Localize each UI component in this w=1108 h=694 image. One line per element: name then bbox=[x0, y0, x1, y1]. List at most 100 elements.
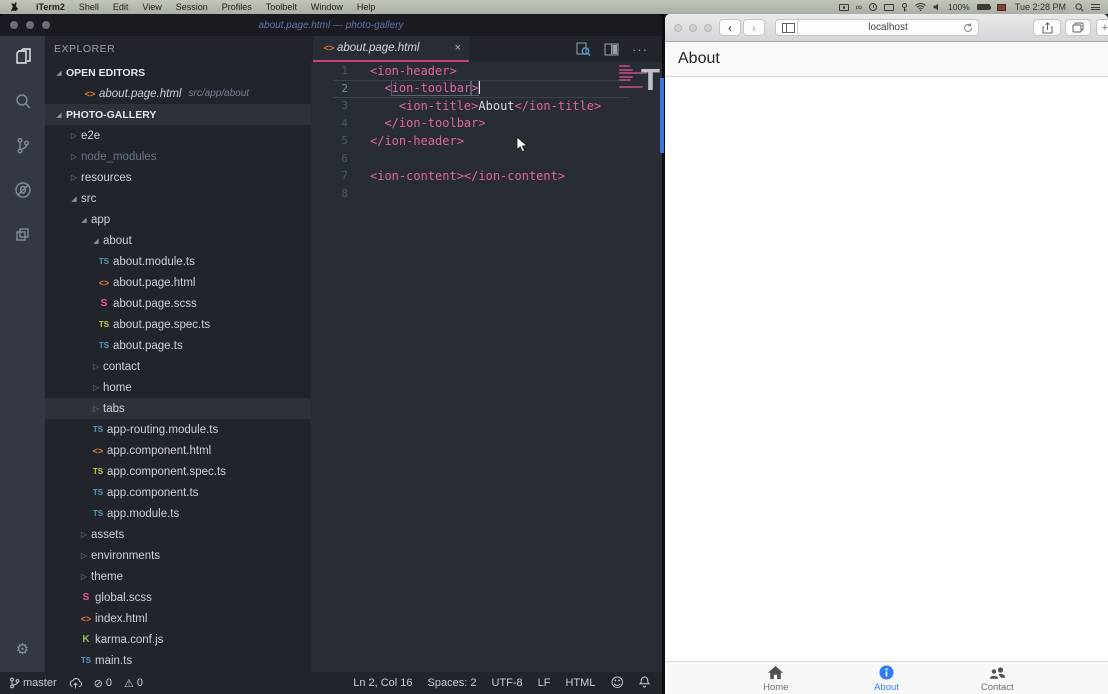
new-tab-button[interactable]: + bbox=[1096, 19, 1108, 36]
menu-item-window[interactable]: Window bbox=[304, 2, 350, 12]
code-line-text: <ion-title>About</ion-title> bbox=[370, 99, 601, 113]
file-about-page-scss[interactable]: Sabout.page.scss bbox=[45, 293, 311, 314]
macos-menu-bar: iTerm2 ShellEditViewSessionProfilesToolb… bbox=[0, 0, 1108, 14]
settings-gear-icon[interactable]: ⚙ bbox=[0, 640, 45, 658]
code-editor[interactable]: 1<ion-header>2 <ion-toolbar>3 <ion-title… bbox=[311, 62, 662, 672]
status-item-1[interactable]: Spaces: 2 bbox=[428, 677, 477, 689]
status-item-3[interactable]: LF bbox=[538, 677, 551, 689]
feedback-smiley-icon[interactable]: ☺ bbox=[610, 676, 624, 691]
folder-assets[interactable]: ▷assets bbox=[45, 524, 311, 545]
folder-src[interactable]: ◢src bbox=[45, 188, 311, 209]
battery-icon[interactable] bbox=[977, 4, 990, 10]
folder-contact[interactable]: ▷contact bbox=[45, 356, 311, 377]
folder-environments[interactable]: ▷environments bbox=[45, 545, 311, 566]
glasses-icon[interactable]: ∞ bbox=[856, 3, 862, 12]
status-item-2[interactable]: UTF-8 bbox=[491, 677, 522, 689]
open-preview-icon[interactable] bbox=[576, 42, 591, 57]
folder-resources[interactable]: ▷resources bbox=[45, 167, 311, 188]
file-index-html[interactable]: <>index.html bbox=[45, 608, 311, 629]
overview-ruler-mark bbox=[660, 78, 664, 153]
activity-bar: ⚙ bbox=[0, 36, 45, 672]
address-bar[interactable]: localhost bbox=[797, 19, 979, 36]
menu-item-help[interactable]: Help bbox=[350, 2, 383, 12]
safari-traffic-lights[interactable] bbox=[674, 24, 712, 32]
source-control-icon[interactable] bbox=[0, 124, 45, 168]
menu-item-toolbelt[interactable]: Toolbelt bbox=[259, 2, 304, 12]
back-button[interactable]: ‹ bbox=[719, 19, 741, 36]
notification-center-icon[interactable] bbox=[1091, 4, 1100, 10]
apple-menu-icon[interactable] bbox=[0, 2, 29, 12]
window-traffic-lights[interactable] bbox=[10, 21, 50, 29]
split-editor-icon[interactable] bbox=[604, 42, 619, 57]
wifi-icon[interactable] bbox=[915, 3, 926, 11]
menu-item-edit[interactable]: Edit bbox=[106, 2, 136, 12]
status-item-4[interactable]: HTML bbox=[565, 677, 595, 689]
display-icon[interactable] bbox=[884, 4, 894, 11]
more-actions-icon[interactable]: ··· bbox=[632, 42, 648, 57]
chevron-expanded-icon: ◢ bbox=[89, 237, 103, 245]
menu-app-name[interactable]: iTerm2 bbox=[29, 0, 72, 14]
status-item-0[interactable]: Ln 2, Col 16 bbox=[353, 677, 412, 689]
chevron-collapsed-icon: ▷ bbox=[77, 551, 91, 560]
vscode-title-bar[interactable]: about.page.html — photo-gallery bbox=[0, 14, 662, 36]
time-machine-icon[interactable] bbox=[869, 3, 877, 11]
file-about-page-spec-ts[interactable]: TSabout.page.spec.ts bbox=[45, 314, 311, 335]
app-tab-about[interactable]: About bbox=[847, 665, 927, 693]
scss-icon: S bbox=[77, 592, 95, 603]
keyboard-icon[interactable] bbox=[901, 3, 908, 12]
app-tab-contact[interactable]: Contact bbox=[957, 665, 1037, 693]
reload-icon[interactable] bbox=[963, 23, 973, 36]
menu-item-shell[interactable]: Shell bbox=[72, 2, 106, 12]
file-about-page-ts[interactable]: TSabout.page.ts bbox=[45, 335, 311, 356]
forward-button[interactable]: › bbox=[743, 19, 765, 36]
extensions-icon[interactable] bbox=[0, 212, 45, 256]
file-karma-conf-js[interactable]: Kkarma.conf.js bbox=[45, 629, 311, 650]
folder-tabs[interactable]: ▷tabs bbox=[45, 398, 311, 419]
publish-changes-icon[interactable] bbox=[69, 678, 82, 689]
notifications-bell-icon[interactable] bbox=[639, 676, 650, 691]
folder-app[interactable]: ◢app bbox=[45, 209, 311, 230]
tab-overview-icon[interactable] bbox=[1065, 19, 1091, 36]
file-app-component-ts[interactable]: TSapp.component.ts bbox=[45, 482, 311, 503]
open-editor-item[interactable]: <>about.page.htmlsrc/app/about bbox=[45, 83, 311, 104]
menu-item-profiles[interactable]: Profiles bbox=[215, 2, 259, 12]
html-icon: <> bbox=[77, 614, 95, 624]
folder-node_modules[interactable]: ▷node_modules bbox=[45, 146, 311, 167]
section-open-editors[interactable]: ◢OPEN EDITORS bbox=[45, 62, 311, 83]
error-icon: ⊘ bbox=[94, 677, 103, 690]
folder-home[interactable]: ▷home bbox=[45, 377, 311, 398]
screen-recording-icon[interactable] bbox=[839, 4, 849, 11]
errors-indicator[interactable]: ⊘ 0 bbox=[94, 677, 112, 690]
app-tab-home[interactable]: Home bbox=[736, 665, 816, 693]
chevron-collapsed-icon: ▷ bbox=[89, 362, 103, 371]
share-icon[interactable] bbox=[1033, 19, 1061, 36]
ts-icon: TS bbox=[89, 425, 107, 434]
section-photo-gallery[interactable]: ◢PHOTO-GALLERY bbox=[45, 104, 311, 125]
explorer-icon[interactable] bbox=[0, 36, 45, 80]
file-app-routing-module-ts[interactable]: TSapp-routing.module.ts bbox=[45, 419, 311, 440]
file-main-ts[interactable]: TSmain.ts bbox=[45, 650, 311, 671]
warnings-indicator[interactable]: ⚠ 0 bbox=[124, 677, 143, 690]
debug-icon[interactable] bbox=[0, 168, 45, 212]
file-about-module-ts[interactable]: TSabout.module.ts bbox=[45, 251, 311, 272]
tab-about-page-html[interactable]: <> about.page.html × bbox=[313, 36, 469, 62]
menu-item-view[interactable]: View bbox=[135, 2, 168, 12]
file-app-component-spec-ts[interactable]: TSapp.component.spec.ts bbox=[45, 461, 311, 482]
folder-about[interactable]: ◢about bbox=[45, 230, 311, 251]
menu-bar-clock[interactable]: Tue 2:28 PM bbox=[1013, 2, 1068, 12]
file-global-scss[interactable]: Sglobal.scss bbox=[45, 587, 311, 608]
folder-e2e[interactable]: ▷e2e bbox=[45, 125, 311, 146]
volume-icon[interactable] bbox=[933, 3, 941, 11]
line-number: 3 bbox=[311, 99, 348, 112]
file-app-module-ts[interactable]: TSapp.module.ts bbox=[45, 503, 311, 524]
git-branch-indicator[interactable]: master bbox=[9, 677, 57, 689]
file-about-page-html[interactable]: <>about.page.html bbox=[45, 272, 311, 293]
file-app-component-html[interactable]: <>app.component.html bbox=[45, 440, 311, 461]
input-source-flag-icon[interactable] bbox=[997, 4, 1006, 11]
folder-theme[interactable]: ▷theme bbox=[45, 566, 311, 587]
menu-item-session[interactable]: Session bbox=[169, 2, 215, 12]
search-icon[interactable] bbox=[0, 80, 45, 124]
close-icon[interactable]: × bbox=[451, 42, 461, 54]
spotlight-icon[interactable] bbox=[1075, 3, 1084, 12]
code-token: <ion-content></ion-content> bbox=[370, 169, 565, 183]
